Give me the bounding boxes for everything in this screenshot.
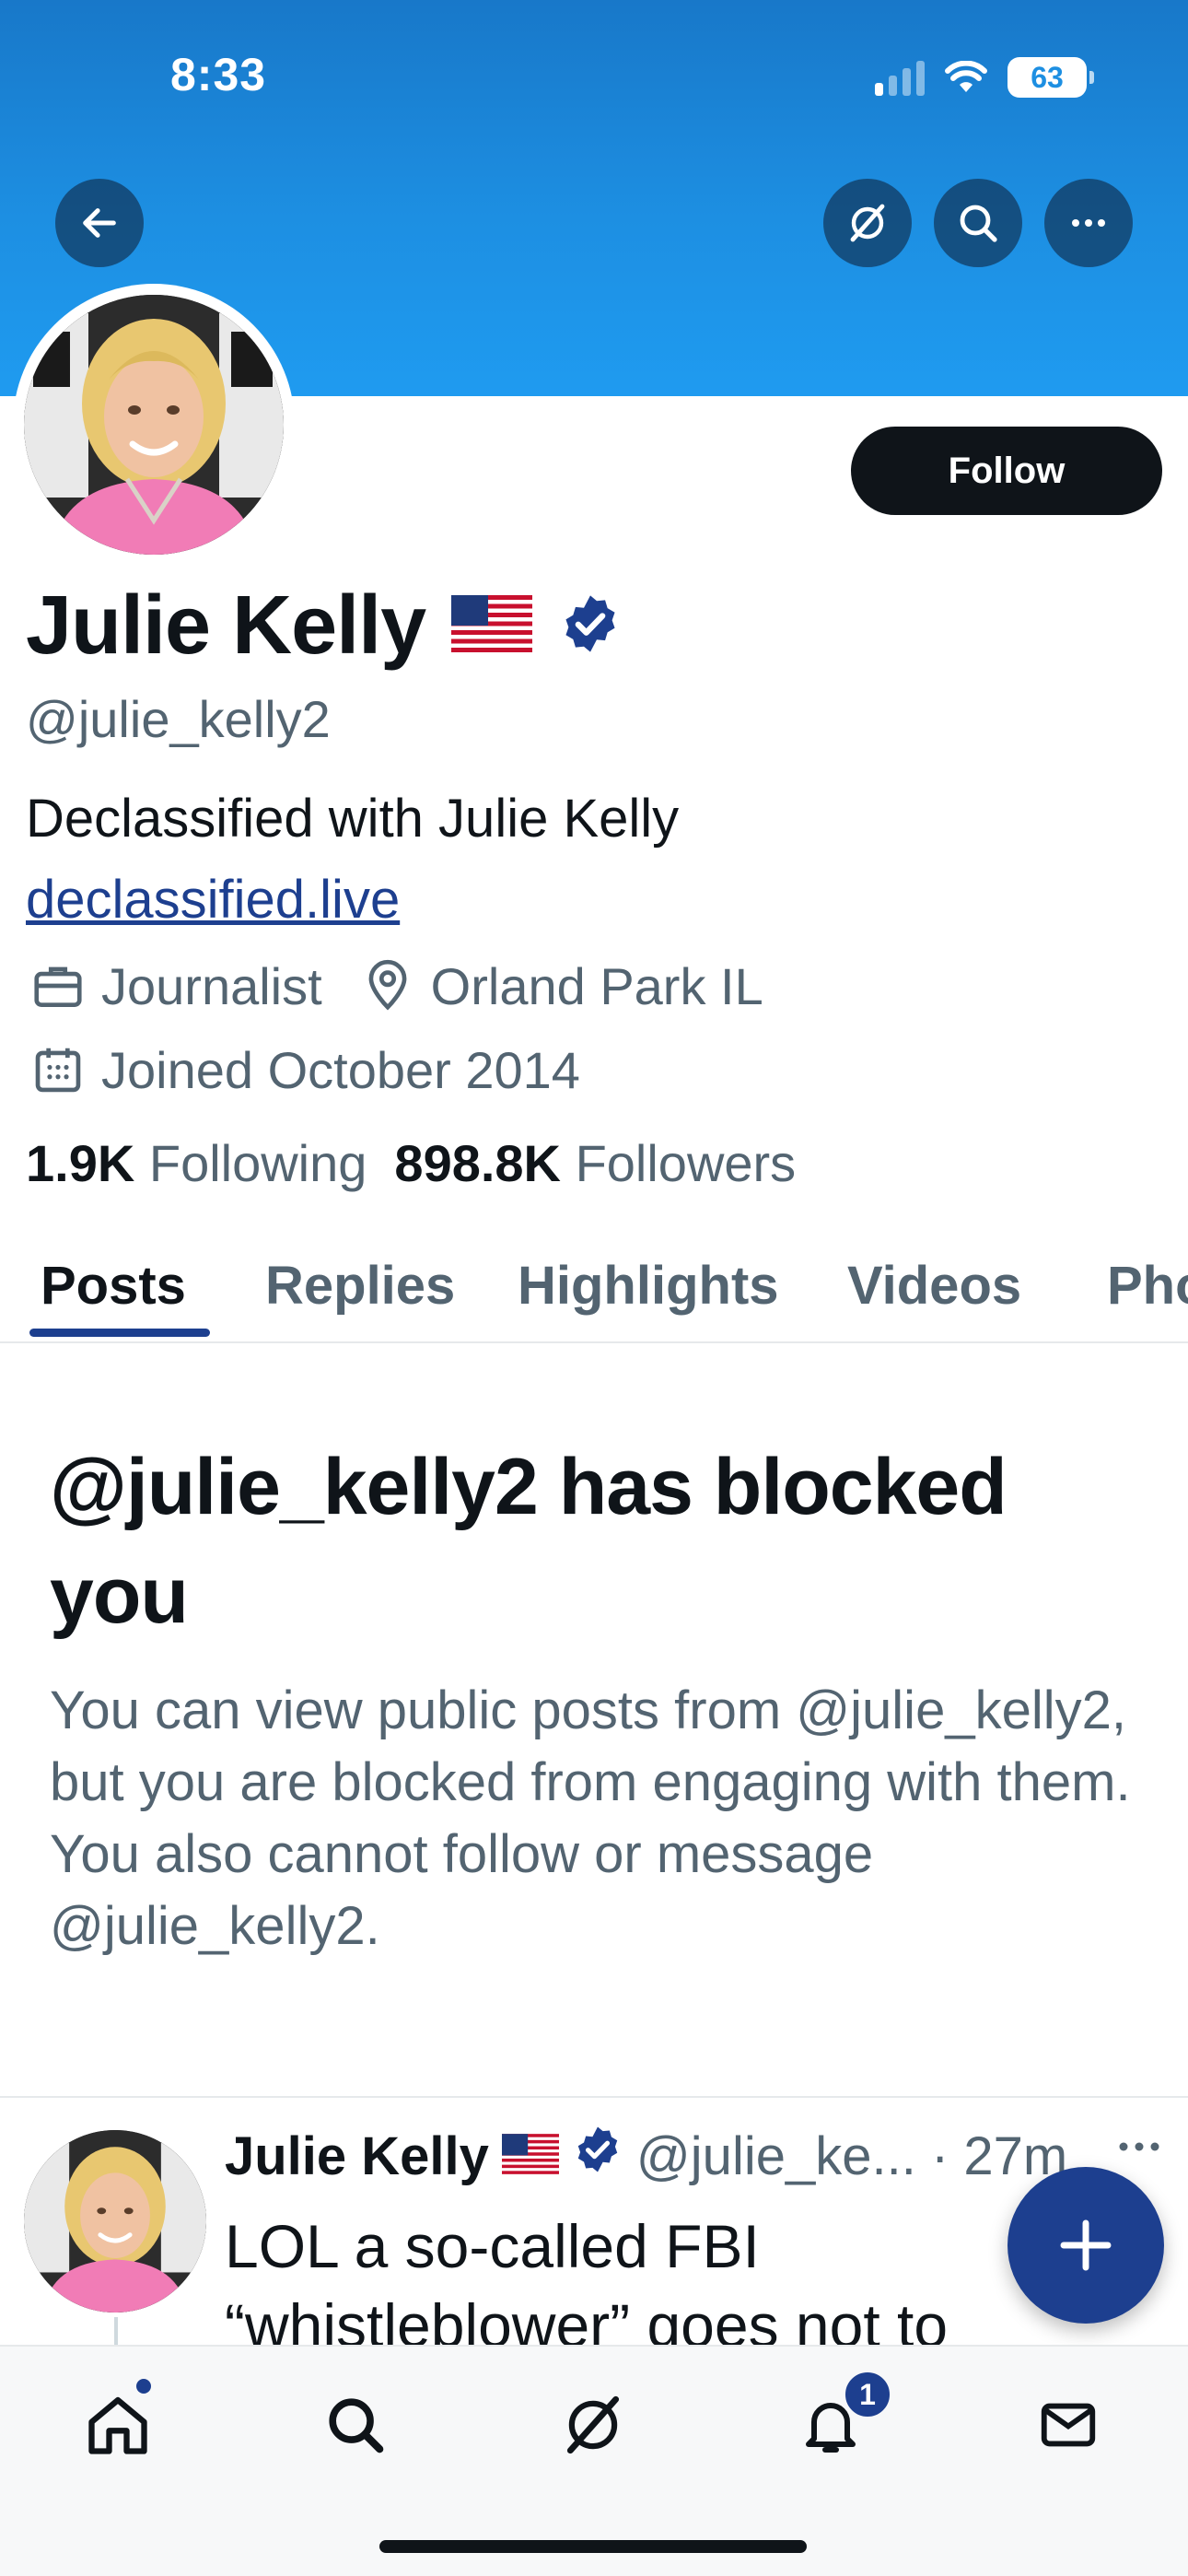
nav-grok[interactable] (547, 2379, 639, 2471)
profile-name: Julie Kelly (26, 580, 426, 672)
grok-button[interactable] (823, 179, 912, 267)
us-flag-icon (501, 2125, 559, 2187)
joined-date-label: Joined October 2014 (101, 1040, 580, 1099)
blocked-message: You can view public posts from @julie_ke… (50, 1680, 1131, 1956)
arrow-left-icon (83, 208, 116, 238)
profile-bio: Declassified with Julie Kelly (26, 789, 680, 849)
profile-website-link[interactable]: declassified.live (26, 869, 400, 931)
battery-indicator: 63 (1007, 57, 1094, 98)
blocked-title: @julie_kelly2 has blocked you (50, 1443, 1007, 1640)
briefcase-icon (26, 954, 90, 1018)
active-tab-indicator (29, 1329, 210, 1337)
nav-home[interactable] (72, 2379, 164, 2471)
tab-videos[interactable]: Videos (847, 1255, 1021, 1317)
home-indicator (379, 2540, 807, 2553)
tab-highlights[interactable]: Highlights (518, 1255, 779, 1317)
post-author[interactable]: Julie Kelly (225, 2125, 489, 2187)
more-options-button[interactable] (1044, 179, 1133, 267)
nav-messages[interactable] (1022, 2379, 1114, 2471)
avatar (24, 295, 284, 555)
post-text[interactable]: LOL a so-called FBI “whistleblower” goes… (225, 2207, 1090, 2365)
followers-link[interactable]: 898.8K Followers (394, 1133, 796, 1193)
more-horizontal-icon (1072, 219, 1105, 227)
plus-icon (1060, 2219, 1112, 2271)
profile-handle: @julie_kelly2 (26, 690, 331, 748)
tab-photos[interactable]: Pho (1107, 1255, 1188, 1317)
home-notification-dot (136, 2379, 151, 2394)
post-avatar[interactable] (24, 2130, 206, 2313)
post-more-button[interactable] (1116, 2136, 1162, 2162)
calendar-icon (26, 1037, 90, 1102)
profile-screen: 8:33 63 Follow Julie Kelly @julie_kelly2… (0, 0, 1188, 2576)
search-icon (329, 2398, 384, 2453)
us-flag-icon (451, 595, 533, 657)
followers-count: 898.8K (394, 1134, 561, 1192)
profile-meta-row-2: Joined October 2014 (26, 1037, 580, 1102)
divider (0, 2096, 1188, 2098)
verified-badge-icon (572, 2124, 623, 2188)
profile-avatar[interactable] (13, 284, 295, 566)
compose-post-button[interactable] (1007, 2167, 1164, 2324)
home-icon (88, 2396, 147, 2454)
thread-line (114, 2317, 118, 2345)
following-label: Following (148, 1134, 367, 1192)
profile-name-row: Julie Kelly (26, 579, 623, 673)
follow-counts: 1.9K Following 898.8K Followers (26, 1133, 796, 1193)
following-link[interactable]: 1.9K Following (26, 1133, 367, 1193)
mail-icon (1041, 2403, 1096, 2447)
notification-badge: 1 (843, 2370, 892, 2419)
cellular-signal-icon (875, 59, 925, 96)
back-button[interactable] (55, 179, 144, 267)
followers-label: Followers (575, 1134, 797, 1192)
profession-label: Journalist (101, 956, 322, 1015)
tab-posts[interactable]: Posts (41, 1255, 186, 1317)
status-time: 8:33 (170, 49, 267, 100)
search-icon (960, 205, 997, 242)
profile-tabs: Posts Replies Highlights Videos Pho (0, 1235, 1188, 1343)
status-icons: 63 (875, 57, 1094, 98)
grok-icon (850, 204, 885, 242)
post-header: Julie Kelly @julie_ke... · 27m (225, 2124, 1067, 2188)
tab-replies[interactable]: Replies (265, 1255, 455, 1317)
nav-search[interactable] (309, 2379, 402, 2471)
more-horizontal-icon (1119, 2142, 1159, 2151)
search-button[interactable] (934, 179, 1022, 267)
verified-badge-icon[interactable] (558, 591, 623, 661)
grok-icon (566, 2395, 620, 2454)
profile-meta-row-1: Journalist Orland Park IL (26, 954, 763, 1018)
post-handle-time: @julie_ke... · 27m (635, 2125, 1068, 2186)
location-pin-icon (355, 954, 420, 1018)
location-label: Orland Park IL (430, 956, 763, 1015)
follow-button[interactable]: Follow (851, 427, 1162, 515)
wifi-icon (945, 61, 987, 92)
following-count: 1.9K (26, 1134, 135, 1192)
